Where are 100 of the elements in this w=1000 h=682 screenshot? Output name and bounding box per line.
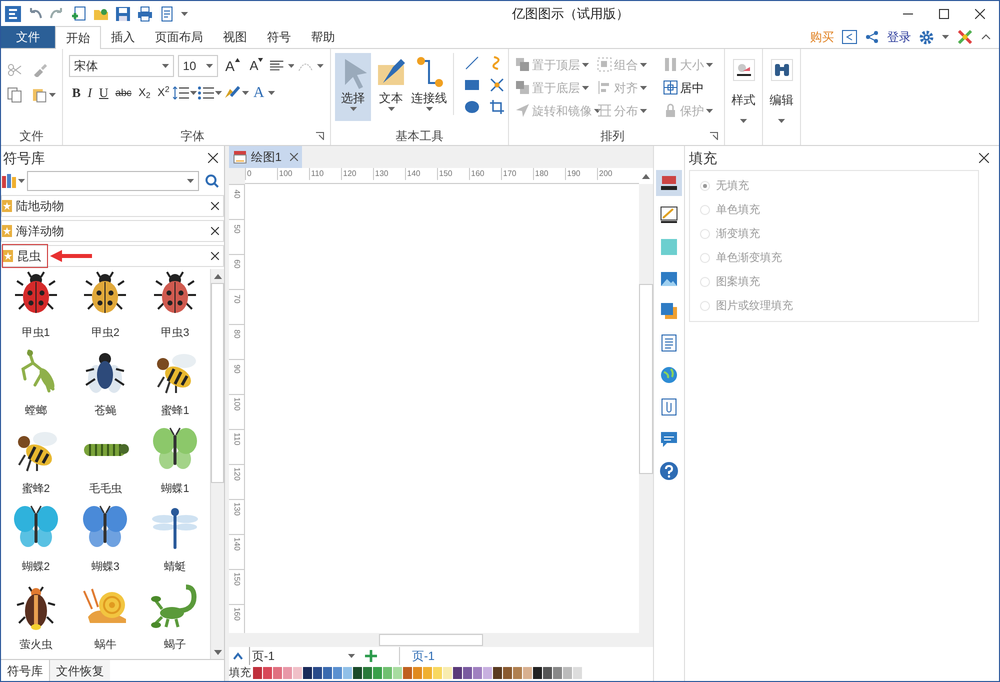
font-size-select[interactable]: 10 (178, 55, 218, 77)
grow-font-button[interactable]: A (222, 56, 243, 76)
ribbon-tab[interactable]: 插入 (101, 26, 145, 48)
cross-logo-icon[interactable] (957, 29, 973, 45)
superscript-button[interactable]: X$^{2}$ (154, 83, 172, 103)
line-spacing-icon[interactable] (173, 86, 190, 100)
paste-icon[interactable] (32, 87, 48, 103)
tool-button[interactable]: 选择 (335, 53, 372, 121)
print-icon[interactable] (137, 6, 153, 22)
ribbon-tab[interactable]: 开始 (55, 26, 101, 49)
open-folder-icon[interactable] (93, 6, 109, 22)
ribbon-tab[interactable]: 页面布局 (145, 26, 213, 48)
scroll-thumb[interactable] (379, 634, 483, 646)
add-page-icon[interactable] (365, 650, 377, 662)
category-header[interactable]: 昆虫 (1, 245, 224, 267)
symbol-item[interactable]: 蜜蜂1 (140, 347, 210, 425)
tool-button[interactable]: 连接线 (411, 53, 448, 121)
close-icon[interactable] (211, 227, 219, 235)
close-icon[interactable] (208, 153, 218, 163)
share-icon[interactable] (865, 30, 879, 44)
size-icon (663, 57, 678, 72)
ribbon-tab[interactable]: 帮助 (301, 26, 345, 48)
save-icon[interactable] (115, 6, 131, 22)
collapse-ribbon-icon[interactable] (981, 33, 991, 41)
vertical-scrollbar[interactable] (210, 269, 224, 659)
new-file-icon[interactable] (71, 6, 87, 22)
style-button[interactable]: 样式 (732, 59, 756, 123)
line-icon[interactable] (464, 55, 480, 71)
scroll-up-icon[interactable] (642, 174, 650, 178)
symbol-item[interactable]: 毛毛虫 (70, 425, 140, 503)
bullet-list-icon[interactable] (198, 86, 214, 100)
symbol-item[interactable]: 蜗牛 (70, 581, 140, 659)
document-tab[interactable]: 绘图1 (229, 146, 302, 168)
symbol-item[interactable]: 蝎子 (140, 581, 210, 659)
ellipse-icon[interactable] (464, 99, 480, 115)
login-link[interactable]: 登录 (887, 28, 911, 46)
font-color-button[interactable]: A (250, 83, 268, 103)
strikethrough-button[interactable]: abc (112, 83, 135, 103)
symbol-item[interactable]: 蝴蝶1 (140, 425, 210, 503)
dialog-launcher-icon[interactable] (316, 132, 324, 140)
attach-icon (659, 397, 679, 417)
radio-button[interactable] (700, 301, 710, 311)
shrink-font-button[interactable]: A (246, 56, 266, 76)
category-header[interactable]: 海洋动物 (1, 220, 224, 242)
align-icon[interactable] (270, 60, 284, 72)
share-screen-icon[interactable] (842, 30, 857, 44)
chevron-up-icon[interactable] (233, 652, 243, 660)
scroll-up-icon[interactable] (214, 274, 222, 278)
close-icon[interactable] (979, 153, 989, 163)
symbol-item[interactable]: 甲虫1 (1, 269, 71, 347)
category-header[interactable]: 陆地动物 (1, 195, 224, 217)
radio-button[interactable] (700, 229, 710, 239)
edit-button[interactable]: 编辑 (770, 59, 794, 123)
panel-tab[interactable]: 文件恢复 (50, 660, 110, 681)
dialog-launcher-icon[interactable] (710, 132, 718, 140)
symbol-item[interactable]: 甲虫3 (140, 269, 210, 347)
tool-button[interactable]: 文本 (373, 53, 410, 121)
italic-button[interactable]: I (84, 83, 96, 103)
side-tool-button[interactable] (656, 170, 682, 196)
group-label: 排列 (600, 128, 624, 145)
symbol-item[interactable]: 蜜蜂2 (1, 425, 71, 503)
bold-button[interactable]: B (69, 83, 84, 103)
highlight-icon[interactable] (223, 86, 242, 100)
ribbon-tab[interactable]: 视图 (213, 26, 257, 48)
close-icon[interactable] (211, 202, 219, 210)
subscript-button[interactable]: X$_{2}$ (136, 83, 154, 103)
symbol-item[interactable]: 蝴蝶3 (70, 503, 140, 581)
symbol-item[interactable]: 萤火虫 (1, 581, 71, 659)
color-palette[interactable] (253, 667, 583, 679)
ribbon-tab[interactable]: 符号 (257, 26, 301, 48)
align-icon (597, 80, 612, 95)
caret-icon (350, 107, 357, 111)
search-field[interactable] (27, 171, 199, 191)
caret-icon (348, 654, 355, 658)
rectangle-icon[interactable] (464, 77, 480, 93)
close-icon[interactable] (211, 252, 219, 260)
document-icon[interactable] (159, 6, 175, 22)
library-icon[interactable] (2, 174, 16, 188)
radio-button[interactable] (700, 181, 710, 191)
file-menu-tab[interactable]: 文件 (1, 26, 55, 48)
scroll-thumb[interactable] (639, 284, 653, 474)
scroll-thumb[interactable] (211, 283, 224, 483)
cross-point-icon[interactable] (489, 77, 506, 93)
search-icon[interactable] (205, 174, 219, 188)
symbol-item[interactable]: 蝴蝶2 (1, 503, 71, 581)
symbol-item[interactable]: 蜻蜓 (140, 503, 210, 581)
underline-button[interactable]: U (96, 83, 112, 103)
settings-icon[interactable] (919, 30, 934, 44)
radio-button[interactable] (700, 205, 710, 215)
scroll-down-icon[interactable] (214, 650, 222, 654)
caret-icon (206, 64, 214, 68)
radio-button[interactable] (700, 253, 710, 263)
crop-icon[interactable] (489, 99, 506, 115)
radio-button[interactable] (700, 277, 710, 287)
symbol-item[interactable]: 苍蝇 (70, 347, 140, 425)
copy-icon[interactable] (7, 87, 23, 103)
symbol-item[interactable]: 甲虫2 (70, 269, 140, 347)
arrange-button[interactable]: 居中 (663, 78, 704, 97)
font-select[interactable]: 宋体 (69, 55, 174, 77)
symbol-item[interactable]: 螳螂 (1, 347, 71, 425)
